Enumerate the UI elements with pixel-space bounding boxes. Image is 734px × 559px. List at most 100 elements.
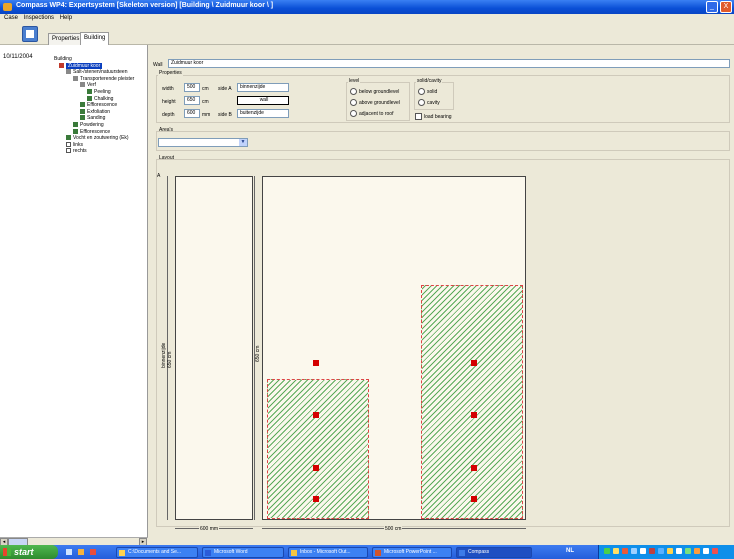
tree-item[interactable]: Building xyxy=(52,56,72,62)
areas-dropdown[interactable]: ▼ xyxy=(158,138,248,147)
measurement-point[interactable] xyxy=(471,412,477,418)
task-label: Microsoft PowerPoint ... xyxy=(384,549,437,555)
solid-label: solid xyxy=(427,89,438,95)
tree-item[interactable]: Verf xyxy=(80,82,96,88)
tree-item[interactable]: Sanding xyxy=(80,115,105,121)
tab-building[interactable]: Building xyxy=(80,32,110,45)
tree-item[interactable]: Efflorescence xyxy=(80,102,117,108)
task-outlook[interactable]: Inbox - Microsoft Out... xyxy=(288,547,368,558)
tree-item-label: Powdering xyxy=(80,122,104,128)
depth-field[interactable]: 600 xyxy=(184,109,200,118)
task-explorer[interactable]: C:\Documents and Se... xyxy=(116,547,198,558)
damage-area-right[interactable] xyxy=(421,285,523,519)
side-b-field[interactable]: buitenzijde xyxy=(237,109,289,118)
tree-item-label: Salt-/stenen/natuursteen xyxy=(73,69,128,76)
damage-icon xyxy=(80,108,85,114)
tray-icon[interactable] xyxy=(649,548,655,554)
right-width-label: 500 cm xyxy=(384,526,403,532)
adjacent-to-roof-radio[interactable] xyxy=(350,110,357,117)
tray-icon[interactable] xyxy=(613,548,619,554)
measurement-point[interactable] xyxy=(313,360,319,366)
tray-icon[interactable] xyxy=(685,548,691,554)
task-label: Inbox - Microsoft Out... xyxy=(300,549,351,555)
tray-icon[interactable] xyxy=(667,548,673,554)
damage-icon xyxy=(87,95,92,101)
tree-item[interactable]: Chalking xyxy=(87,95,113,102)
task-compass[interactable]: Compass xyxy=(456,547,532,558)
tree-item[interactable]: Peeling xyxy=(87,89,111,95)
tree-item[interactable]: Zuidmuur koor xyxy=(59,62,103,69)
height-field[interactable]: 650 xyxy=(184,96,200,105)
open-case-icon[interactable] xyxy=(22,26,38,42)
task-label: Compass xyxy=(468,549,490,555)
tree-item[interactable]: rechts xyxy=(66,148,87,154)
tree-item[interactable]: Vocht en zoutwering (Ek) xyxy=(66,135,129,141)
tree-item[interactable]: Salt-/stenen/natuursteen xyxy=(66,69,127,75)
tree-item[interactable]: links xyxy=(66,141,83,148)
above-groundlevel-radio[interactable] xyxy=(350,99,357,106)
load-bearing-label: load bearing xyxy=(424,114,452,120)
quicklaunch-icon[interactable] xyxy=(90,549,96,555)
measurement-point[interactable] xyxy=(313,496,319,502)
cavity-radio[interactable] xyxy=(418,99,425,106)
expand-icon xyxy=(73,75,78,81)
compass-icon xyxy=(459,550,465,556)
load-bearing-checkbox[interactable] xyxy=(415,113,422,120)
task-word[interactable]: Microsoft Word xyxy=(202,547,284,558)
properties-title: Properties xyxy=(158,70,183,76)
task-label: C:\Documents and Se... xyxy=(128,549,182,555)
measurement-point[interactable] xyxy=(313,412,319,418)
side-a-label: side A xyxy=(218,86,232,92)
toolbar xyxy=(0,23,734,45)
wall-section-panel[interactable] xyxy=(175,176,253,520)
volume-icon[interactable] xyxy=(640,548,646,554)
measurement-point[interactable] xyxy=(471,496,477,502)
outlook-icon xyxy=(291,550,297,556)
tree-item-label: Transporterende pleister xyxy=(80,75,135,82)
menu-case[interactable]: Case xyxy=(4,14,18,23)
solid-radio[interactable] xyxy=(418,88,425,95)
cavity-label: cavity xyxy=(427,100,440,106)
antivirus-icon[interactable] xyxy=(622,548,628,554)
wall-name-field[interactable]: Zuidmuur koor xyxy=(168,59,730,68)
tree-item-label: Efflorescence xyxy=(80,128,111,135)
chevron-down-icon[interactable]: ▼ xyxy=(239,139,247,146)
close-button[interactable]: X xyxy=(720,1,732,13)
show-desktop-icon[interactable] xyxy=(66,549,72,555)
menu-inspections[interactable]: Inspections xyxy=(24,14,54,23)
minimize-button[interactable]: _ xyxy=(706,1,718,13)
network-icon[interactable] xyxy=(604,548,610,554)
damage-icon xyxy=(80,102,85,108)
task-powerpoint[interactable]: Microsoft PowerPoint ... xyxy=(372,547,452,558)
measurement-point[interactable] xyxy=(313,465,319,471)
tray-icon[interactable] xyxy=(703,548,709,554)
wall-type-field[interactable]: wall xyxy=(237,96,289,105)
quicklaunch-icon[interactable] xyxy=(78,549,84,555)
side-a-field[interactable]: binnenzijde xyxy=(237,83,289,92)
tray-icon[interactable] xyxy=(631,548,637,554)
tree-item[interactable]: Transporterende pleister xyxy=(73,75,135,82)
checkbox-icon xyxy=(66,141,71,147)
case-date: 10/11/2004 xyxy=(3,54,33,60)
tree-item[interactable]: Efflorescence xyxy=(73,128,111,135)
tray-icon[interactable] xyxy=(676,548,682,554)
tree-item-label: Efflorescence xyxy=(87,102,118,109)
expand-icon xyxy=(66,69,71,75)
start-button[interactable]: start xyxy=(0,545,58,559)
language-indicator[interactable]: NL xyxy=(566,548,574,554)
tree-item[interactable]: Powdering xyxy=(73,122,104,128)
width-unit: cm xyxy=(202,86,209,92)
tree-horizontal-scrollbar[interactable]: ◂ ▸ xyxy=(0,537,148,546)
width-field[interactable]: 500 xyxy=(184,83,200,92)
expand-icon xyxy=(80,82,85,88)
tab-properties[interactable]: Properties xyxy=(48,33,84,45)
tray-icon[interactable] xyxy=(712,548,718,554)
measurement-point[interactable] xyxy=(471,360,477,366)
app-icon xyxy=(3,3,12,11)
tray-icon[interactable] xyxy=(694,548,700,554)
tray-icon[interactable] xyxy=(658,548,664,554)
menu-help[interactable]: Help xyxy=(60,14,72,23)
below-groundlevel-radio[interactable] xyxy=(350,88,357,95)
tree-item[interactable]: Exfoliation xyxy=(80,108,110,115)
measurement-point[interactable] xyxy=(471,465,477,471)
